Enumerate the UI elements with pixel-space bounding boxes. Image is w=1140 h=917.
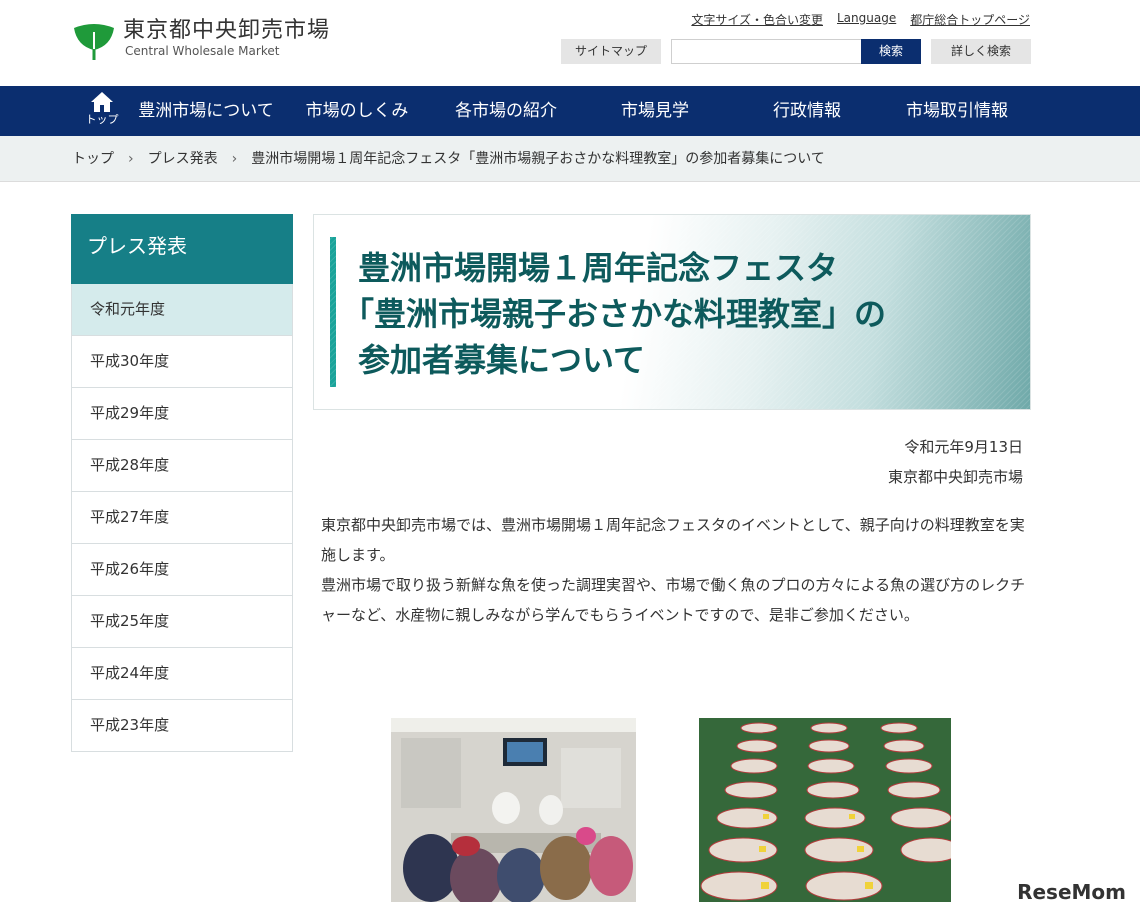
utility-links: 文字サイズ・色合い変更 Language 都庁総合トップページ xyxy=(691,11,1030,28)
sidebar-item-reiwa1[interactable]: 令和元年度 xyxy=(71,284,293,336)
nav-item-toyosu[interactable]: 豊洲市場について xyxy=(132,86,280,136)
article-org: 東京都中央卸売市場 xyxy=(887,468,1023,486)
tocho-top-link[interactable]: 都庁総合トップページ xyxy=(910,11,1030,28)
breadcrumb-top[interactable]: トップ xyxy=(72,136,114,182)
title-line: 参加者募集について xyxy=(358,341,646,379)
search-button[interactable]: 検索 xyxy=(861,39,921,64)
sitemap-button[interactable]: サイトマップ xyxy=(561,39,661,64)
logo-subtitle: Central Wholesale Market xyxy=(125,44,280,58)
global-nav: トップ 豊洲市場について 市場のしくみ 各市場の紹介 市場見学 行政情報 市場取… xyxy=(0,86,1140,136)
article-paragraph: 東京都中央卸売市場では、豊洲市場開場１周年記念フェスタのイベントとして、親子向け… xyxy=(321,516,1025,564)
nav-item-mechanism[interactable]: 市場のしくみ xyxy=(297,86,417,136)
page-title: 豊洲市場開場１周年記念フェスタ 「豊洲市場親子おさかな料理教室」の 参加者募集に… xyxy=(342,245,886,383)
advanced-search-button[interactable]: 詳しく検索 xyxy=(931,39,1031,64)
sidebar-item-h24[interactable]: 平成24年度 xyxy=(71,648,293,700)
nav-home[interactable]: トップ xyxy=(82,91,122,127)
search-row: サイトマップ 検索 詳しく検索 xyxy=(561,39,1031,64)
title-line: 「豊洲市場親子おさかな料理教室」の xyxy=(342,295,887,333)
sidebar-item-h23[interactable]: 平成23年度 xyxy=(71,700,293,752)
breadcrumb-bar: トップ › プレス発表 › 豊洲市場開場１周年記念フェスタ「豊洲市場親子おさかな… xyxy=(0,136,1140,182)
sidebar: プレス発表 令和元年度 平成30年度 平成29年度 平成28年度 平成27年度 … xyxy=(71,214,293,752)
logo-title: 東京都中央卸売市場 xyxy=(123,18,331,43)
home-icon xyxy=(91,92,113,112)
resemom-watermark: ReseMom xyxy=(1017,880,1126,904)
breadcrumb: トップ › プレス発表 › 豊洲市場開場１周年記念フェスタ「豊洲市場親子おさかな… xyxy=(72,136,825,182)
site-header: 東京都中央卸売市場 Central Wholesale Market 文字サイズ… xyxy=(0,0,1140,86)
article-body: 東京都中央卸売市場では、豊洲市場開場１周年記念フェスタのイベントとして、親子向け… xyxy=(321,510,1027,630)
sidebar-item-h26[interactable]: 平成26年度 xyxy=(71,544,293,596)
title-line: 豊洲市場開場１周年記念フェスタ xyxy=(358,249,839,287)
site-logo[interactable]: 東京都中央卸売市場 Central Wholesale Market xyxy=(71,18,330,62)
breadcrumb-separator: › xyxy=(231,151,238,167)
breadcrumb-current: 豊洲市場開場１周年記念フェスタ「豊洲市場親子おさかな料理教室」の参加者募集につい… xyxy=(251,151,825,167)
cooking-class-photo xyxy=(391,718,636,902)
sidebar-item-h27[interactable]: 平成27年度 xyxy=(71,492,293,544)
language-link[interactable]: Language xyxy=(837,11,896,28)
cooking-class-image xyxy=(391,718,636,902)
tuna-market-image xyxy=(699,718,951,902)
sidebar-item-h29[interactable]: 平成29年度 xyxy=(71,388,293,440)
ginkgo-leaf-icon xyxy=(74,24,114,60)
nav-home-label: トップ xyxy=(85,113,119,126)
sidebar-item-h25[interactable]: 平成25年度 xyxy=(71,596,293,648)
tuna-market-photo xyxy=(699,718,951,902)
title-accent-bar xyxy=(330,237,336,387)
search-input[interactable] xyxy=(671,39,861,64)
nav-item-markets[interactable]: 各市場の紹介 xyxy=(446,86,566,136)
breadcrumb-press[interactable]: プレス発表 xyxy=(148,136,218,182)
sidebar-item-h28[interactable]: 平成28年度 xyxy=(71,440,293,492)
nav-item-tour[interactable]: 市場見学 xyxy=(600,86,710,136)
nav-item-trading[interactable]: 市場取引情報 xyxy=(896,86,1018,136)
article-date: 令和元年9月13日 xyxy=(904,438,1023,456)
sidebar-item-h30[interactable]: 平成30年度 xyxy=(71,336,293,388)
article-title-box: 豊洲市場開場１周年記念フェスタ 「豊洲市場親子おさかな料理教室」の 参加者募集に… xyxy=(313,214,1031,410)
text-size-link[interactable]: 文字サイズ・色合い変更 xyxy=(691,11,823,28)
article-paragraph: 豊洲市場で取り扱う新鮮な魚を使った調理実習や、市場で働く魚のプロの方々による魚の… xyxy=(321,576,1026,624)
nav-item-admin[interactable]: 行政情報 xyxy=(752,86,862,136)
sidebar-heading[interactable]: プレス発表 xyxy=(71,214,293,284)
breadcrumb-separator: › xyxy=(128,151,134,167)
